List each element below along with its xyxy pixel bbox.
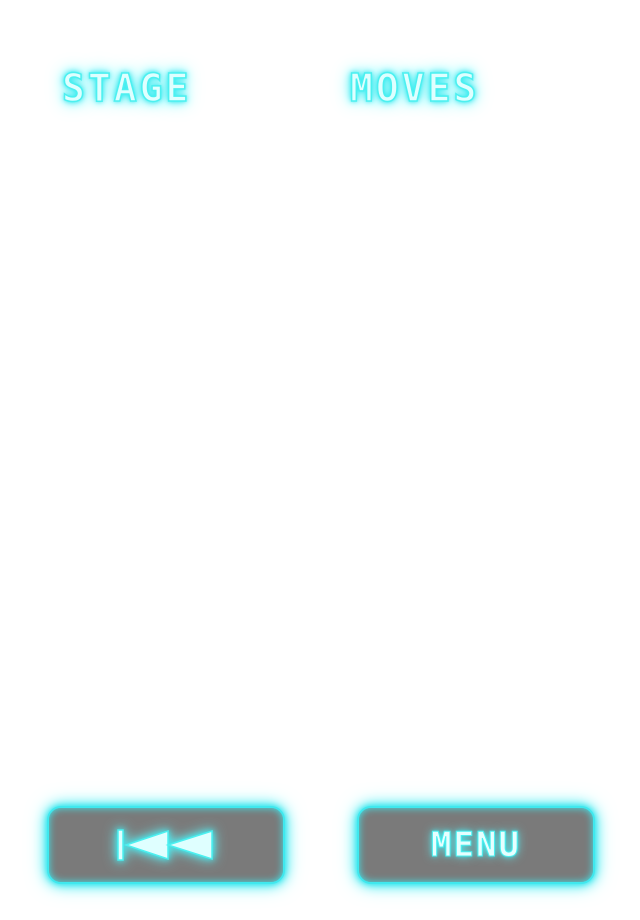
moves-label: MOVES (349, 66, 480, 110)
menu-button[interactable]: MENU (357, 806, 595, 884)
rewind-to-start-icon (116, 828, 216, 862)
menu-button-label: MENU (431, 825, 521, 866)
game-board-area[interactable] (0, 130, 640, 780)
restart-button[interactable] (47, 806, 285, 884)
stage-label: STAGE (61, 66, 192, 110)
